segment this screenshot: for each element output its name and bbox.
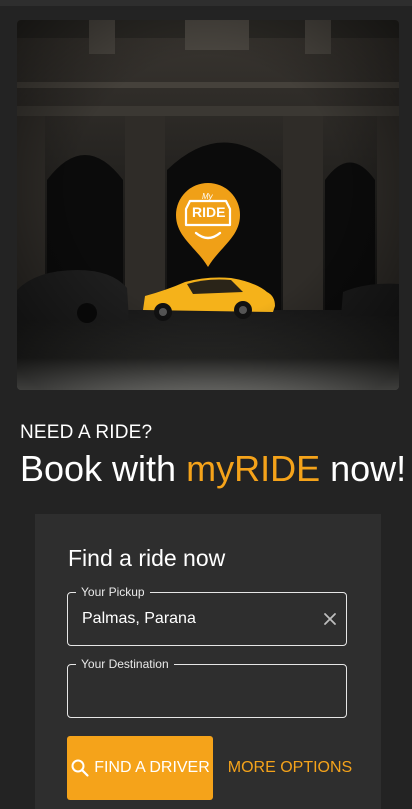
search-icon [70,758,90,778]
find-driver-button[interactable]: FIND A DRIVER [67,736,213,800]
pickup-label: Your Pickup [76,584,150,600]
tagline: NEED A RIDE? [20,422,153,443]
destination-label: Your Destination [76,656,174,672]
headline: Book with myRIDE now! [20,447,406,491]
destination-field[interactable]: Your Destination [67,656,347,718]
logo-small-text: My [202,192,213,201]
more-options-label: MORE OPTIONS [227,759,353,776]
headline-suffix: now! [320,448,407,489]
top-bar [0,0,412,6]
hero-image: My RIDE [17,20,399,390]
logo-text: RIDE [192,204,226,220]
headline-prefix: Book with [20,448,187,489]
more-options-button[interactable]: MORE OPTIONS [225,736,355,800]
close-icon[interactable] [320,609,340,629]
card-title: Find a ride now [68,545,226,571]
pickup-field[interactable]: Your Pickup Palmas, Parana [67,584,347,646]
headline-brand: myRIDE [186,448,321,489]
find-driver-label: FIND A DRIVER [94,759,210,776]
search-card: Find a ride now Your Pickup Palmas, Para… [35,514,381,809]
pickup-input[interactable]: Palmas, Parana [82,610,196,628]
location-pin-icon: My RIDE [174,183,242,269]
